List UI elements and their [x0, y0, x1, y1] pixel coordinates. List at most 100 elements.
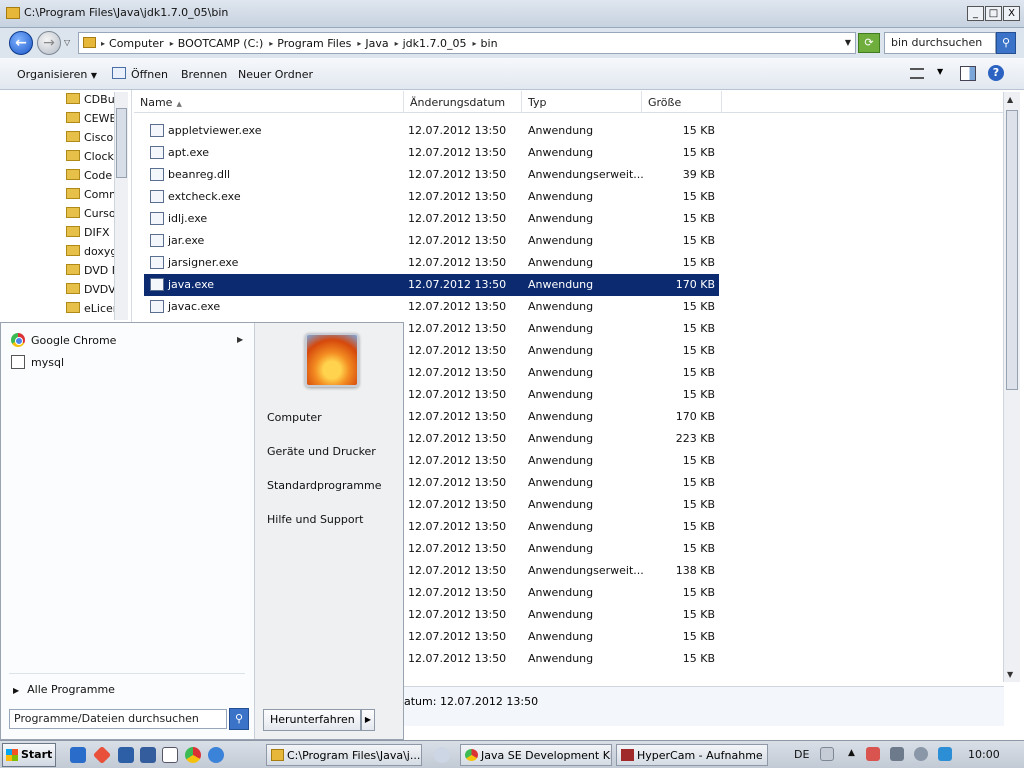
open-button[interactable]: Öffnen [131, 68, 168, 81]
file-date: 12.07.2012 13:50 [408, 410, 507, 423]
crumb-computer[interactable]: Computer [109, 37, 164, 50]
file-date: 12.07.2012 13:50 [408, 630, 507, 643]
folder-icon [66, 131, 80, 142]
nav-folder[interactable]: Curso [66, 207, 116, 226]
scrollbar-thumb[interactable] [116, 108, 127, 178]
preview-pane-icon[interactable] [960, 66, 976, 81]
app-icon[interactable] [162, 747, 178, 763]
view-dropdown-icon[interactable]: ▼ [937, 67, 943, 76]
task-explorer[interactable]: C:\Program Files\Java\j... [266, 744, 422, 766]
close-button[interactable]: X [1003, 6, 1020, 21]
column-header-name[interactable]: Name ▲ [134, 91, 404, 113]
nav-folder[interactable]: Cisco [66, 131, 116, 150]
back-button[interactable]: ← [9, 31, 33, 55]
forward-button[interactable]: → [37, 31, 61, 55]
chrome-icon[interactable] [185, 747, 201, 763]
browser-icon[interactable] [208, 747, 224, 763]
chevron-down-icon[interactable]: ▼ [845, 38, 851, 47]
terminal-icon[interactable] [140, 747, 156, 763]
view-options-icon[interactable] [910, 68, 924, 79]
nav-folder[interactable]: DIFX [66, 226, 116, 245]
file-date: 12.07.2012 13:50 [408, 542, 507, 555]
nav-folder[interactable]: Code [66, 169, 116, 188]
explorer-icon[interactable] [118, 747, 134, 763]
nav-folder[interactable]: DVDV [66, 283, 116, 302]
search-icon[interactable]: ⚲ [996, 32, 1016, 54]
scroll-down-icon[interactable]: ▼ [1007, 670, 1013, 679]
file-row[interactable]: appletviewer.exe 12.07.2012 13:50 Anwendun… [144, 120, 719, 142]
link-computer[interactable]: Computer [267, 411, 322, 424]
bluetooth-icon[interactable] [938, 747, 952, 761]
file-row[interactable]: idlj.exe 12.07.2012 13:50 Anwendung 15 KB [144, 208, 719, 230]
search-icon[interactable]: ⚲ [229, 708, 249, 730]
user-avatar[interactable] [305, 333, 359, 387]
program-mysql[interactable]: mysql [11, 355, 64, 369]
all-programs-button[interactable]: ▶ Alle Programme [13, 683, 115, 696]
show-hidden-icons[interactable]: ▲ [848, 748, 855, 758]
file-type: Anwendung [528, 542, 594, 555]
network-icon[interactable] [890, 747, 904, 761]
file-type: Anwendung [528, 190, 594, 203]
file-row[interactable]: jar.exe 12.07.2012 13:50 Anwendung 15 KB [144, 230, 719, 252]
link-icon[interactable] [434, 747, 450, 763]
column-header-date[interactable]: Änderungsdatum [404, 91, 522, 113]
nav-scrollbar[interactable] [114, 92, 128, 320]
file-size: 15 KB [682, 498, 715, 511]
file-size: 15 KB [682, 630, 715, 643]
link-default-programs[interactable]: Standardprogramme [267, 479, 381, 492]
nav-folder[interactable]: CEWE [66, 112, 116, 131]
volume-icon[interactable] [914, 747, 928, 761]
file-row[interactable]: java.exe 12.07.2012 13:50 Anwendung 170 KB [144, 274, 719, 296]
file-list-scrollbar[interactable]: ▲ ▼ [1003, 92, 1020, 682]
show-desktop-icon[interactable] [70, 747, 86, 763]
link-devices-printers[interactable]: Geräte und Drucker [267, 445, 376, 458]
file-row[interactable]: jarsigner.exe 12.07.2012 13:50 Anwendung 15… [144, 252, 719, 274]
crumb-program-files[interactable]: Program Files [277, 37, 351, 50]
task-hypercam[interactable]: HyperCam - Aufnahme [616, 744, 768, 766]
crumb-java[interactable]: Java [365, 37, 388, 50]
git-icon[interactable] [92, 745, 112, 765]
language-indicator[interactable]: DE [794, 748, 809, 761]
minimize-button[interactable]: _ [967, 6, 984, 21]
breadcrumb[interactable]: ▸ Computer ▸ BOOTCAMP (C:) ▸ Program Fil… [78, 32, 856, 54]
help-icon[interactable]: ? [988, 65, 1004, 81]
burn-button[interactable]: Brennen [181, 68, 227, 81]
nav-folder[interactable]: Comm [66, 188, 116, 207]
maximize-button[interactable]: □ [985, 6, 1002, 21]
keyboard-icon[interactable] [820, 747, 834, 761]
crumb-bootcamp[interactable]: BOOTCAMP (C:) [178, 37, 264, 50]
start-search-input[interactable]: Programme/Dateien durchsuchen [9, 709, 227, 729]
program-google-chrome[interactable]: Google Chrome [11, 333, 116, 347]
crumb-jdk[interactable]: jdk1.7.0_05 [403, 37, 467, 50]
clock[interactable]: 10:00 [968, 748, 1000, 761]
file-row[interactable]: beanreg.dll 12.07.2012 13:50 Anwendungserw… [144, 164, 719, 186]
submenu-arrow-icon[interactable]: ▶ [237, 335, 243, 344]
scroll-up-icon[interactable]: ▲ [1007, 95, 1013, 104]
nav-folder[interactable]: DVD N [66, 264, 116, 283]
file-row[interactable]: javac.exe 12.07.2012 13:50 Anwendung 15 KB [144, 296, 719, 318]
history-dropdown-icon[interactable]: ▽ [64, 38, 70, 47]
refresh-button[interactable]: ⟳ [858, 33, 880, 53]
scrollbar-thumb[interactable] [1006, 110, 1018, 390]
nav-folder[interactable]: Clock [66, 150, 116, 169]
organize-button[interactable]: Organisieren ▼ [17, 68, 97, 81]
start-button[interactable]: Start [2, 743, 56, 767]
column-header-type[interactable]: Typ [522, 91, 642, 113]
file-date: 12.07.2012 13:50 [408, 586, 507, 599]
file-size: 138 KB [675, 564, 715, 577]
search-input[interactable]: bin durchsuchen [884, 32, 996, 54]
link-help-support[interactable]: Hilfe und Support [267, 513, 363, 526]
task-java-se[interactable]: Java SE Development Ki... [460, 744, 612, 766]
nav-folder[interactable]: CDBu [66, 93, 116, 112]
crumb-bin[interactable]: bin [481, 37, 498, 50]
nav-folder[interactable]: eLicen [66, 302, 116, 321]
file-row[interactable]: extcheck.exe 12.07.2012 13:50 Anwendung 15 … [144, 186, 719, 208]
new-folder-button[interactable]: Neuer Ordner [238, 68, 313, 81]
nav-folder[interactable]: doxyg [66, 245, 116, 264]
action-center-icon[interactable] [866, 747, 880, 761]
file-row[interactable]: apt.exe 12.07.2012 13:50 Anwendung 15 KB [144, 142, 719, 164]
file-size: 15 KB [682, 212, 715, 225]
column-header-size[interactable]: Größe [642, 91, 722, 113]
shutdown-button[interactable]: Herunterfahren [263, 709, 361, 731]
shutdown-options-icon[interactable]: ▶ [361, 709, 375, 731]
